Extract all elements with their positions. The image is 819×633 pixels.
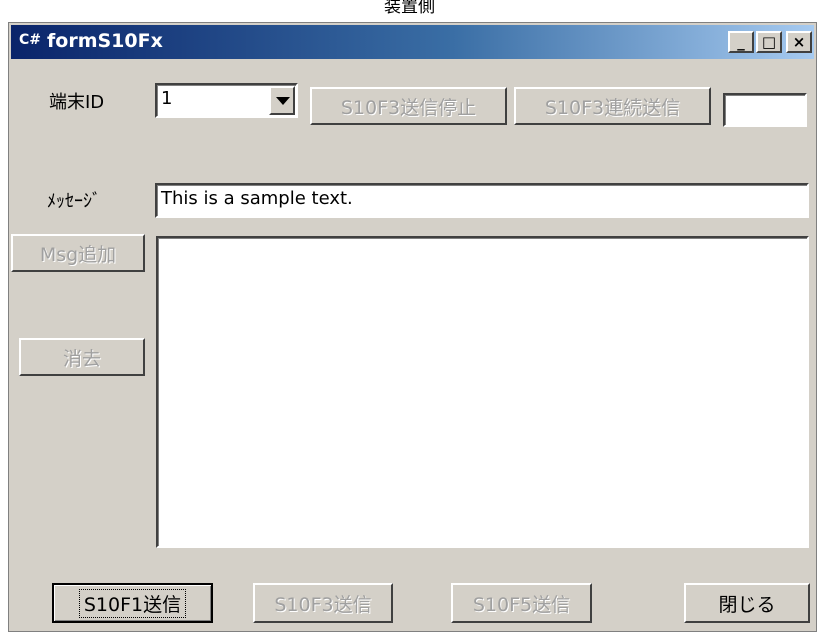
chevron-down-icon (276, 97, 290, 105)
minimize-icon: _ (737, 33, 745, 51)
s10f1-send-button[interactable]: S10F1送信 (52, 583, 213, 623)
s10f3-send-label: S10F3送信 (274, 593, 372, 616)
title-bar: C# formS10Fx _ □ × (11, 25, 814, 59)
minimize-button[interactable]: _ (728, 31, 754, 53)
clear-label: 消去 (62, 347, 101, 370)
caption: 装置側 (384, 0, 435, 17)
s10f3-continuous-label: S10F3連続送信 (544, 96, 681, 119)
close-window-button[interactable]: × (786, 31, 812, 53)
add-msg-label: Msg追加 (39, 243, 117, 266)
window-title: formS10Fx (47, 30, 163, 52)
app-window: C# formS10Fx _ □ × 端末ID 1 S10F3送信停止 S10F… (8, 22, 817, 632)
s10f5-send-label: S10F5送信 (472, 593, 571, 616)
message-input[interactable]: This is a sample text. (155, 183, 809, 218)
maximize-icon: □ (761, 33, 777, 51)
count-field[interactable] (723, 93, 807, 127)
close-icon: × (792, 33, 806, 51)
s10f5-send-button[interactable]: S10F5送信 (451, 583, 592, 623)
s10f3-send-button[interactable]: S10F3送信 (253, 583, 393, 623)
dropdown-button[interactable] (269, 86, 295, 115)
s10f1-send-label: S10F1送信 (78, 588, 187, 618)
message-value: This is a sample text. (161, 188, 353, 209)
s10f3-stop-label: S10F3送信停止 (340, 96, 477, 119)
terminal-id-select[interactable]: 1 (155, 83, 298, 118)
csharp-app-icon: C# (19, 32, 42, 48)
message-log-textarea[interactable] (156, 236, 809, 548)
s10f3-continuous-button[interactable]: S10F3連続送信 (514, 87, 711, 125)
close-button[interactable]: 閉じる (684, 583, 810, 623)
close-label: 閉じる (718, 593, 776, 616)
maximize-button[interactable]: □ (756, 31, 782, 53)
terminal-id-label: 端末ID (49, 92, 105, 113)
s10f3-stop-button[interactable]: S10F3送信停止 (310, 87, 507, 125)
clear-button[interactable]: 消去 (19, 338, 145, 376)
add-msg-button[interactable]: Msg追加 (11, 234, 145, 272)
message-label: ﾒｯｾｰｼﾞ (47, 191, 101, 212)
terminal-id-value: 1 (161, 88, 173, 109)
